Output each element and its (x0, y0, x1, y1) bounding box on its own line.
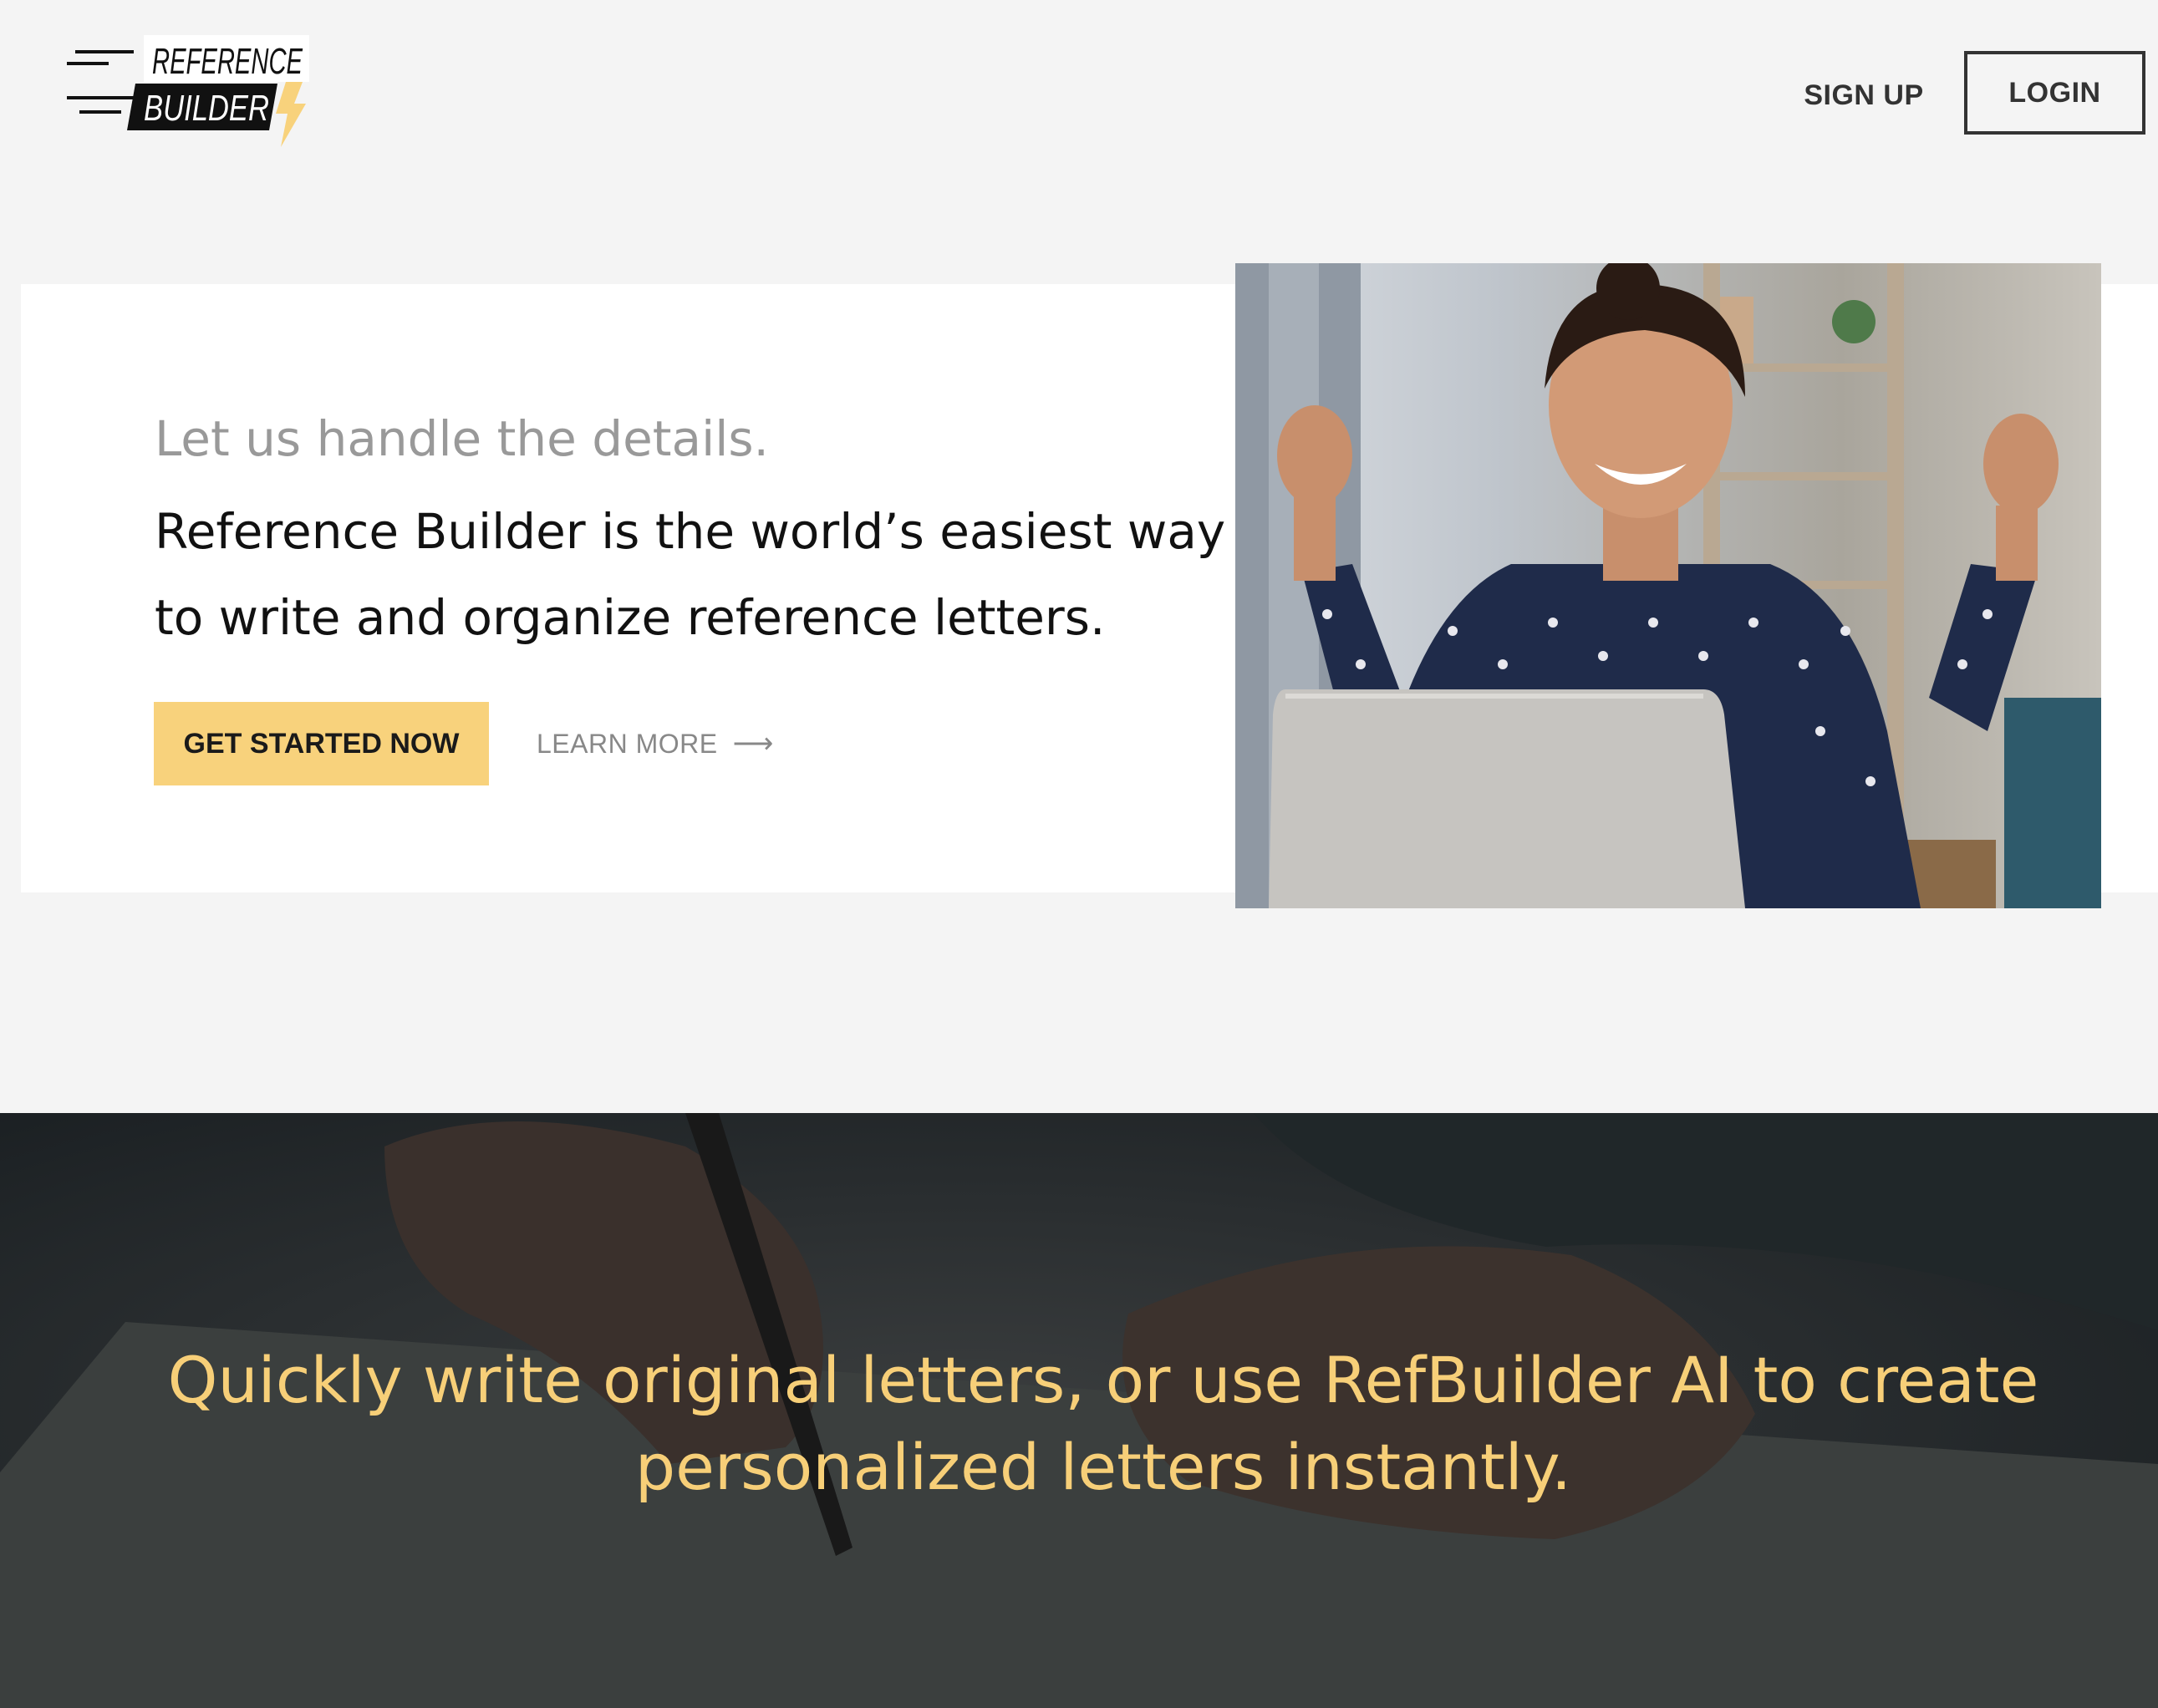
reference-builder-logo[interactable]: REFERENCE BUILDER (67, 33, 309, 150)
login-button[interactable]: LOGIN (1964, 51, 2145, 135)
logo-graphic: REFERENCE BUILDER (67, 35, 309, 147)
learn-more-label: LEARN MORE (537, 728, 718, 759)
learn-more-link[interactable]: LEARN MORE ⟶ (537, 720, 774, 767)
get-started-button[interactable]: GET STARTED NOW (154, 702, 489, 785)
logo-word-2: BUILDER (144, 88, 269, 129)
celebrating-woman-photo (1235, 263, 2101, 908)
signup-link[interactable]: SIGN UP (1789, 70, 1939, 120)
hero-subtitle: Let us handle the details. (155, 410, 769, 467)
lightning-bolt-icon (276, 82, 306, 147)
feature-band-text: Quickly write original letters, or use R… (167, 1343, 2039, 1504)
hero-headline: Reference Builder is the world’s easiest… (155, 503, 1226, 646)
arrow-right-icon: ⟶ (732, 728, 774, 760)
logo-word-1: REFERENCE (152, 41, 303, 82)
